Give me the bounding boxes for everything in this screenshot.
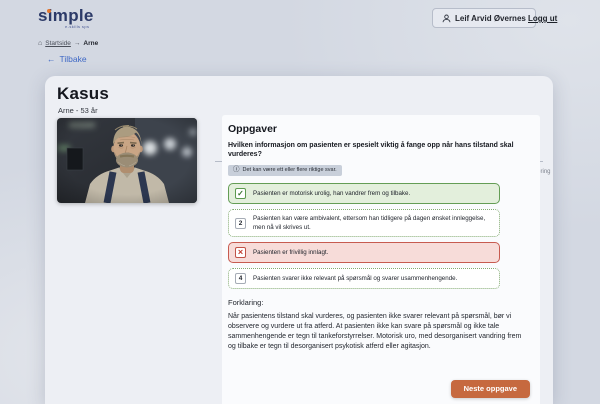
option-number-badge: 4 xyxy=(235,273,246,284)
hint-text: Det kan være ett eller flere riktige sva… xyxy=(242,167,337,174)
option-text: Pasienten er motorisk urolig, han vandre… xyxy=(253,190,411,197)
breadcrumb-current: Arne xyxy=(83,40,99,47)
task-panel: Oppgaver Hvilken informasjon om pasiente… xyxy=(222,115,540,404)
app-logo[interactable]: simple e-skills sps xyxy=(38,6,94,29)
logout-link[interactable]: Logg ut xyxy=(528,14,557,23)
explanation-text: Når pasientens tilstand skal vurderes, o… xyxy=(228,313,522,350)
option-number-badge: 2 xyxy=(235,217,246,229)
option-1-correct[interactable]: ✓ Pasienten er motorisk urolig, han vand… xyxy=(228,183,500,204)
explanation-title: Forklaring: xyxy=(228,298,264,307)
option-text: Pasienten svarer ikke relevant på spørsm… xyxy=(253,275,458,282)
option-4[interactable]: 4 Pasienten svarer ikke relevant på spør… xyxy=(228,268,500,289)
option-2[interactable]: 2 Pasienten kan være ambivalent, etterso… xyxy=(228,209,500,237)
back-arrow-icon: ← xyxy=(47,54,56,64)
user-icon xyxy=(442,14,451,22)
home-icon: ⌂ xyxy=(38,40,43,47)
options-list: ✓ Pasienten er motorisk urolig, han vand… xyxy=(228,183,500,294)
breadcrumb: ⌂ Startside → Arne xyxy=(38,40,98,47)
back-button[interactable]: ← Tilbake xyxy=(47,54,87,64)
check-icon: ✓ xyxy=(235,188,246,199)
cross-icon: × xyxy=(235,247,246,258)
logo-i-dot-icon xyxy=(47,8,52,13)
back-label: Tilbake xyxy=(59,54,87,64)
next-task-button[interactable]: Neste oppgave xyxy=(450,380,530,398)
breadcrumb-separator: → xyxy=(73,40,81,47)
option-3-incorrect[interactable]: × Pasienten er frivillig innlagt. xyxy=(228,242,500,263)
option-text: Pasienten er frivillig innlagt. xyxy=(253,249,329,256)
patient-photo xyxy=(57,118,197,203)
breadcrumb-startside-link[interactable]: Startside xyxy=(45,40,71,47)
page-title: Kasus xyxy=(57,84,110,103)
user-menu-button[interactable]: Leif Arvid Øvernes xyxy=(432,8,536,28)
section-title: Oppgaver xyxy=(228,123,278,135)
case-card: Kasus Arne - 53 år Oppgaver Hvilken info… xyxy=(45,76,553,404)
hint-badge: ⓘ Det kan være ett eller flere riktige s… xyxy=(228,165,342,176)
option-text: Pasienten kan være ambivalent, ettersom … xyxy=(253,215,486,231)
question-text: Hvilken informasjon om pasienten er spes… xyxy=(228,142,514,158)
case-subtitle: Arne - 53 år xyxy=(58,106,98,115)
user-name: Leif Arvid Øvernes xyxy=(455,13,526,23)
info-icon: ⓘ xyxy=(233,166,240,173)
